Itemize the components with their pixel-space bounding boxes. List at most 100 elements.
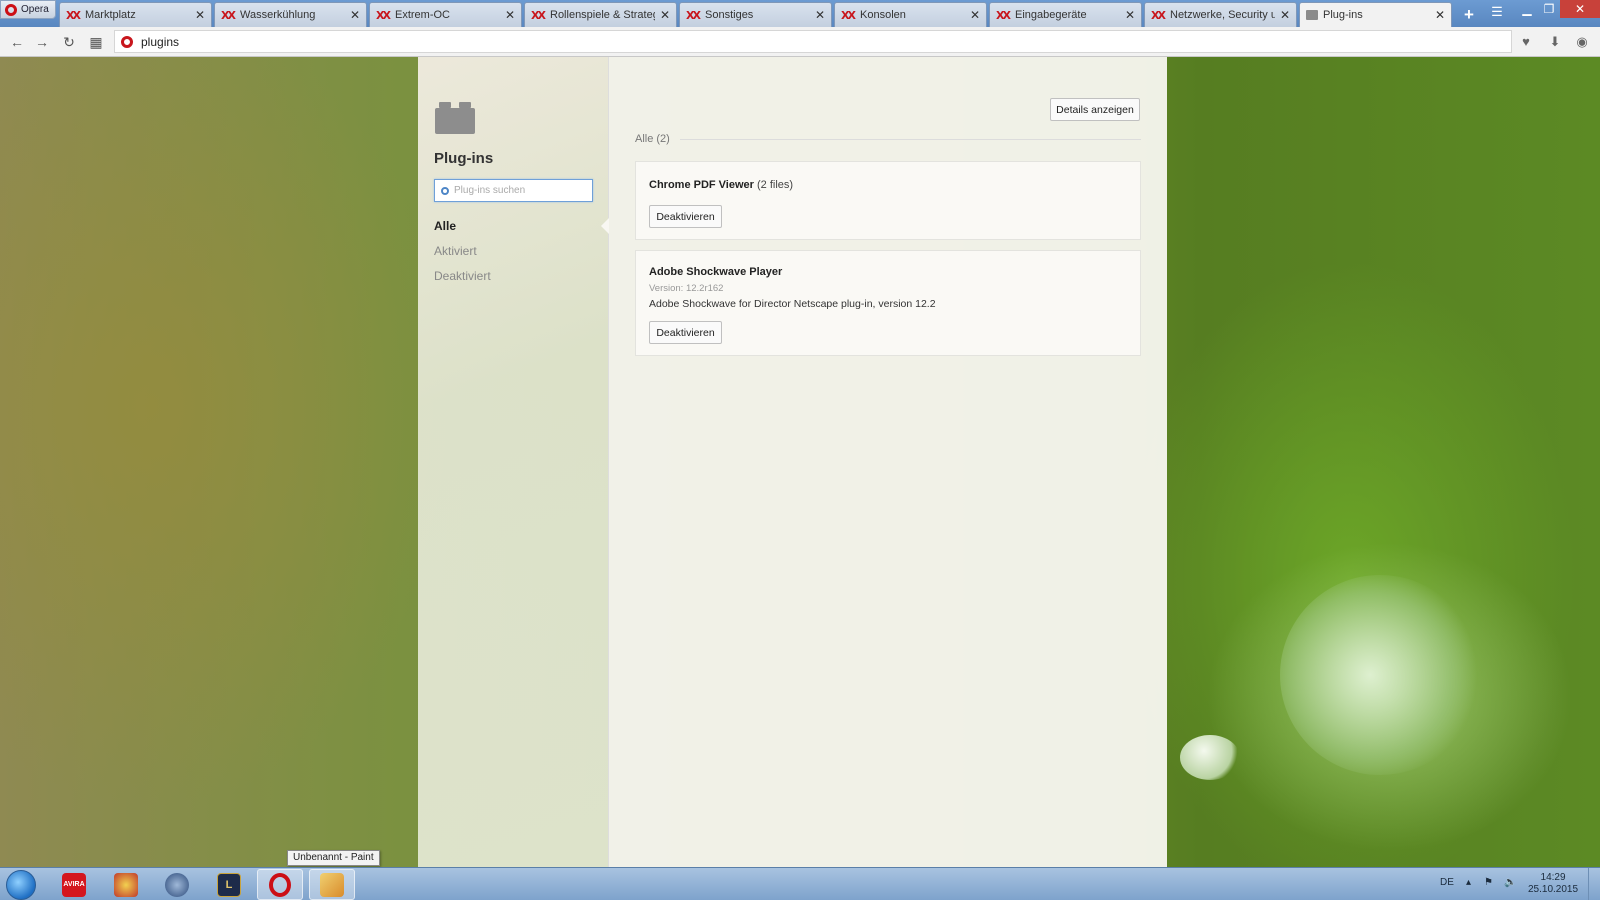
tab-close-icon[interactable]: ✕ <box>1125 8 1135 22</box>
opera-logo-icon <box>5 3 17 16</box>
xtreme-favicon-icon: XX <box>531 8 546 22</box>
avira-icon: AVIRA <box>62 872 86 897</box>
xtreme-favicon-icon: XX <box>841 8 856 22</box>
xtreme-favicon-icon: XX <box>1151 8 1166 22</box>
network-flag-icon[interactable]: ⚑ <box>1484 877 1493 888</box>
tab-close-icon[interactable]: ✕ <box>1435 8 1445 22</box>
opera-menu-button[interactable]: Opera <box>0 0 56 19</box>
tab-title: Konsolen <box>860 9 906 21</box>
address-bar[interactable]: plugins <box>114 30 1512 53</box>
tab-title: Eingabegeräte <box>1015 9 1087 21</box>
clock-time: 14:29 <box>1540 872 1566 883</box>
tab-konsolen[interactable]: XX Konsolen ✕ <box>834 2 987 27</box>
paint-icon <box>320 872 344 897</box>
plugin-description: Adobe Shockwave for Director Netscape pl… <box>649 298 936 310</box>
tab-close-icon[interactable]: ✕ <box>815 8 825 22</box>
search-input[interactable] <box>454 185 584 196</box>
tab-rollenspiele[interactable]: XX Rollenspiele & Strategie ✕ <box>524 2 677 27</box>
tab-close-icon[interactable]: ✕ <box>1280 8 1290 22</box>
section-label: Alle (2) <box>635 133 670 145</box>
language-indicator[interactable]: DE <box>1440 877 1454 888</box>
filter-alle[interactable]: Alle <box>434 218 491 243</box>
section-divider <box>679 138 1141 140</box>
xtreme-favicon-icon: XX <box>376 8 391 22</box>
ccleaner-icon <box>114 872 138 897</box>
show-desktop-button[interactable] <box>1588 868 1600 900</box>
restore-icon[interactable]: ❐ <box>1536 0 1562 18</box>
tab-close-icon[interactable]: ✕ <box>350 8 360 22</box>
tab-title: Extrem-OC <box>395 9 450 21</box>
taskbar-app-ccleaner[interactable] <box>103 869 149 900</box>
opera-icon <box>269 872 291 897</box>
tab-strip: Opera XX Marktplatz ✕ XX Wasserkühlung ✕… <box>0 0 1600 27</box>
tab-wasserkuehlung[interactable]: XX Wasserkühlung ✕ <box>214 2 367 27</box>
tab-close-icon[interactable]: ✕ <box>970 8 980 22</box>
tab-eingabegeraete[interactable]: XX Eingabegeräte ✕ <box>989 2 1142 27</box>
opera-menu-label: Opera <box>21 4 49 15</box>
plugin-card-chrome-pdf: Chrome PDF Viewer (2 files) Deaktivieren <box>635 161 1141 240</box>
teamspeak-icon <box>165 872 189 897</box>
plugin-version: Version: 12.2r162 <box>649 283 724 294</box>
plugin-card-shockwave: Adobe Shockwave Player Version: 12.2r162… <box>635 250 1141 356</box>
taskbar-app-paint[interactable] <box>309 869 355 900</box>
section-header: Alle (2) <box>635 133 1141 145</box>
taskbar-tooltip: Unbenannt - Paint <box>287 850 380 866</box>
league-of-legends-icon: L <box>217 872 241 897</box>
plugin-name: Chrome PDF Viewer (2 files) <box>649 179 793 191</box>
plugin-files: (2 files) <box>757 179 794 191</box>
reload-icon[interactable]: ↻ <box>60 33 78 51</box>
start-button-icon[interactable] <box>6 870 36 900</box>
taskbar: AVIRA L DE ▴ ⚑ 🔈 14:29 25.10.2015 <box>0 867 1600 900</box>
xtreme-favicon-icon: XX <box>221 8 236 22</box>
tab-netzwerke[interactable]: XX Netzwerke, Security und ✕ <box>1144 2 1297 27</box>
back-arrow-icon[interactable]: ← <box>8 33 26 51</box>
tab-title: Netzwerke, Security und <box>1170 9 1275 21</box>
plugin-name-text: Chrome PDF Viewer <box>649 179 754 191</box>
deactivate-button[interactable]: Deaktivieren <box>649 205 722 228</box>
address-text: plugins <box>141 34 180 49</box>
tab-title: Marktplatz <box>85 9 136 21</box>
browser-toolbar: ← → ↻ ▦ plugins ♥ ⬇ ◉ <box>0 27 1600 57</box>
tab-marktplatz[interactable]: XX Marktplatz ✕ <box>59 2 212 27</box>
forward-arrow-icon[interactable]: → <box>33 33 51 51</box>
system-clock[interactable]: 14:29 25.10.2015 <box>1528 872 1578 896</box>
tab-extrem-oc[interactable]: XX Extrem-OC ✕ <box>369 2 522 27</box>
tab-sonstiges[interactable]: XX Sonstiges ✕ <box>679 2 832 27</box>
tray-expand-icon[interactable]: ▴ <box>1466 877 1471 888</box>
plugin-name: Adobe Shockwave Player <box>649 266 783 278</box>
tab-close-icon[interactable]: ✕ <box>505 8 515 22</box>
window-close-icon[interactable]: ✕ <box>1560 0 1600 18</box>
new-tab-plus-icon[interactable]: + <box>1460 5 1478 25</box>
filter-deaktiviert[interactable]: Deaktiviert <box>434 268 491 293</box>
plugins-sidebar: Plug-ins Alle Aktiviert Deaktiviert <box>418 57 609 867</box>
filter-aktiviert[interactable]: Aktiviert <box>434 243 491 268</box>
wallpaper-droplet-small <box>1180 735 1240 780</box>
tab-title: Plug-ins <box>1323 9 1363 21</box>
xtreme-favicon-icon: XX <box>996 8 1011 22</box>
taskbar-app-league-of-legends[interactable]: L <box>206 869 252 900</box>
tab-close-icon[interactable]: ✕ <box>195 8 205 22</box>
clock-date: 25.10.2015 <box>1528 884 1579 895</box>
tab-close-icon[interactable]: ✕ <box>660 8 670 22</box>
taskbar-app-teamspeak[interactable] <box>154 869 200 900</box>
deactivate-button[interactable]: Deaktivieren <box>649 321 722 344</box>
taskbar-app-avira[interactable]: AVIRA <box>51 869 97 900</box>
download-icon[interactable]: ⬇ <box>1546 33 1564 51</box>
details-button[interactable]: Details anzeigen <box>1050 98 1140 121</box>
account-icon[interactable]: ◉ <box>1573 33 1591 51</box>
speed-dial-grid-icon[interactable]: ▦ <box>87 33 105 51</box>
plugin-search-box[interactable] <box>434 179 593 202</box>
xtreme-favicon-icon: XX <box>66 8 81 22</box>
volume-icon[interactable]: 🔈 <box>1504 877 1516 888</box>
puzzle-icon <box>1306 10 1318 20</box>
page-title: Plug-ins <box>434 150 494 167</box>
tab-menu-icon[interactable]: ☰ <box>1488 4 1506 20</box>
filter-nav: Alle Aktiviert Deaktiviert <box>434 218 491 293</box>
tab-title: Rollenspiele & Strategie <box>550 9 655 21</box>
tab-plug-ins[interactable]: Plug-ins ✕ <box>1299 2 1452 27</box>
heart-bookmark-icon[interactable]: ♥ <box>1517 33 1535 51</box>
search-icon <box>441 186 449 195</box>
selection-pointer <box>601 218 609 234</box>
taskbar-app-opera[interactable] <box>257 869 303 900</box>
tab-title: Wasserkühlung <box>240 9 316 21</box>
